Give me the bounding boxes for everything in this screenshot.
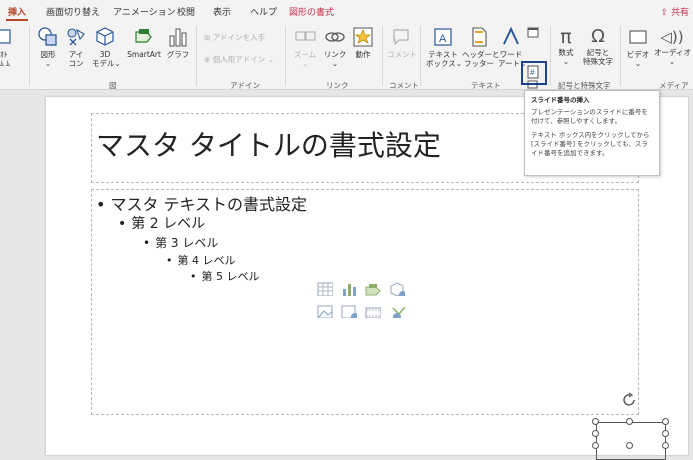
active-tab-underline: [6, 19, 28, 21]
share-icon: ⇪: [660, 8, 671, 18]
zoom-icon: [295, 31, 316, 41]
zoom-button[interactable]: ズーム ⌄: [292, 26, 318, 68]
shapes-icon: [38, 27, 57, 46]
tab-transitions[interactable]: 画面切り替え: [46, 5, 100, 18]
insert-3d-model-icon[interactable]: [389, 282, 405, 296]
resize-handle-top[interactable]: [626, 418, 633, 425]
smartart-button[interactable]: SmartArt: [123, 26, 165, 59]
action-button[interactable]: 動作: [351, 26, 375, 59]
group-separator: [382, 26, 383, 86]
comment-button[interactable]: コメント: [387, 26, 417, 59]
slide-number-tooltip: スライド番号の挿入 プレゼンテーションのスライドに番号を付けて、参照しやすくしま…: [524, 90, 660, 176]
shapes-button[interactable]: 図形 ⌄: [36, 26, 60, 68]
new-slide-partial[interactable]: ｵﾄﾑ ﾑ: [0, 50, 10, 68]
level-1-text: • マスタ テキストの書式設定: [96, 195, 308, 214]
equation-button[interactable]: π 数式 ⌄: [555, 26, 577, 66]
tooltip-description: プレゼンテーションのスライドに番号を付けて、参照しやすくします。: [531, 108, 648, 125]
pi-icon: π: [560, 26, 572, 48]
level-5-text: • 第 5 レベル: [190, 270, 260, 283]
omega-icon: Ω: [591, 26, 605, 47]
link-icon: [325, 32, 345, 42]
video-icon: [629, 30, 647, 44]
group-separator: [550, 26, 551, 86]
audio-button[interactable]: ◁)) オーディオ ⌄: [654, 26, 691, 66]
group-label-text: テキスト: [471, 81, 501, 90]
symbol-button[interactable]: Ω 記号と 特殊文字: [582, 26, 614, 66]
group-label-illustrations: 図: [109, 81, 117, 90]
speaker-icon: ◁)): [660, 28, 684, 46]
resize-handle-bottom[interactable]: [626, 442, 633, 449]
header-footer-icon: [472, 27, 487, 47]
group-label-addins: アドイン: [230, 81, 260, 90]
wordart-icon: [503, 26, 519, 45]
resize-handle-top-left[interactable]: [592, 418, 599, 425]
tab-shape-format[interactable]: 図形の書式: [289, 5, 334, 18]
title-text: マスタ タイトルの書式設定: [96, 129, 441, 162]
insert-chart-icon[interactable]: [341, 282, 357, 296]
new-slide-icon: [0, 29, 11, 44]
tab-view[interactable]: 表示: [213, 5, 231, 18]
insert-table-icon[interactable]: [317, 282, 333, 296]
group-separator: [620, 26, 621, 86]
textbox-icon: A: [434, 28, 452, 46]
cube-icon: [96, 27, 114, 46]
resize-handle-right[interactable]: [662, 430, 669, 437]
group-label-media: メディア: [659, 81, 689, 90]
tab-animations[interactable]: アニメーション: [113, 5, 176, 18]
insert-icons-icon[interactable]: [389, 304, 405, 318]
content-insert-icons: [317, 282, 417, 330]
rotate-handle-icon[interactable]: [622, 392, 638, 410]
svg-text:A: A: [439, 33, 447, 45]
insert-video-icon[interactable]: [365, 304, 381, 318]
3d-models-button[interactable]: 3D モデル⌄: [92, 26, 121, 68]
icons-button[interactable]: アイ コン: [64, 26, 88, 68]
group-separator: [29, 26, 30, 86]
get-addins-button[interactable]: ⊞ アドインを入手: [204, 32, 265, 43]
group-separator: [285, 26, 286, 86]
group-label-comments: コメント: [389, 81, 419, 90]
level-2-text: • 第 2 レベル: [118, 216, 206, 232]
tab-review[interactable]: 校閲: [177, 5, 195, 18]
share-label: 共有: [670, 8, 689, 18]
group-separator: [196, 26, 197, 86]
store-icon: ⊞: [204, 33, 213, 42]
date-time-icon: [527, 27, 539, 38]
my-addins-button[interactable]: ⊕ 個人用アドイン ⌄: [204, 54, 274, 65]
icons-icon: [67, 28, 85, 46]
tab-help[interactable]: ヘルプ: [250, 5, 277, 18]
resize-handle-bottom-right[interactable]: [662, 442, 669, 449]
resize-handle-bottom-left[interactable]: [592, 442, 599, 449]
share-button[interactable]: ⇪ 共有: [661, 5, 689, 18]
selection-frame: [596, 422, 666, 460]
ribbon: ｵﾄﾑ ﾑ 図形 ⌄ アイ コン 3D モデル⌄ SmartArt グラフ 図 …: [0, 22, 693, 90]
video-button[interactable]: ビデオ ⌄: [625, 26, 651, 68]
insert-smartart-icon[interactable]: [365, 282, 381, 296]
powerpoint-window: 挿入 画面切り替え アニメーション 校閲 表示 ヘルプ 図形の書式 ⇪ 共有 ｵ…: [0, 0, 693, 460]
resize-handle-left[interactable]: [592, 430, 599, 437]
tooltip-hint: テキスト ボックス内をクリックしてから [スライド番号] をクリックしても、スラ…: [531, 131, 650, 157]
insert-picture-icon[interactable]: [317, 304, 333, 318]
header-footer-button[interactable]: ヘッダーと フッター: [462, 26, 500, 68]
group-separator: [420, 26, 421, 86]
group-label-links: リンク: [326, 81, 349, 90]
ribbon-tab-bar: 挿入 画面切り替え アニメーション 校閲 表示 ヘルプ 図形の書式 ⇪ 共有: [0, 0, 693, 22]
insert-online-picture-icon[interactable]: [341, 304, 357, 318]
textbox-button[interactable]: A テキスト ボックス⌄: [426, 26, 462, 68]
level-3-text: • 第 3 レベル: [143, 236, 219, 250]
addin-icon: ⊕: [204, 55, 213, 64]
chart-button[interactable]: グラフ: [166, 26, 190, 59]
level-4-text: • 第 4 レベル: [166, 254, 236, 267]
tab-insert[interactable]: 挿入: [8, 5, 26, 18]
smartart-icon: [135, 29, 152, 43]
tooltip-title: スライド番号の挿入: [531, 96, 590, 104]
resize-handle-top-right[interactable]: [662, 418, 669, 425]
slide-number-highlight: [521, 61, 547, 85]
link-button[interactable]: リンク ⌄: [323, 26, 347, 68]
action-star-icon: [353, 27, 373, 47]
comment-icon: [393, 29, 409, 46]
chart-icon: [169, 28, 187, 47]
